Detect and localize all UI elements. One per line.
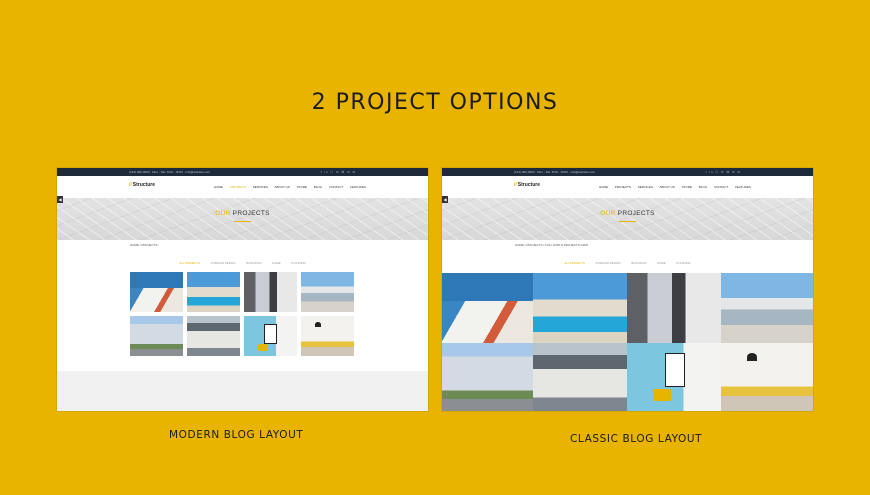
social-icons: f in ☐ ✉ ⌘ ✉ ✉ <box>705 170 741 174</box>
project-tile[interactable] <box>187 272 240 312</box>
title-accent: OUR <box>215 210 231 217</box>
title-underline <box>619 221 636 222</box>
main-menu: HOME PROJECTS SERVICES ABOUT US STORE BL… <box>599 185 757 189</box>
menu-item-projects[interactable]: PROJECTS <box>615 185 631 189</box>
project-tile[interactable] <box>130 316 183 356</box>
frame-image <box>264 324 277 344</box>
project-tile[interactable] <box>721 343 813 411</box>
modern-layout-preview: (123) 000-0000 · Mon - Sat: 8:00 - 18:00… <box>57 168 428 411</box>
page-hero: OUR PROJECTS <box>442 198 813 240</box>
filter-interior-design[interactable]: INTERIOR DESIGN <box>596 261 621 265</box>
frame-image <box>665 353 685 387</box>
lamp-image <box>747 353 757 361</box>
project-tile[interactable] <box>442 343 533 411</box>
breadcrumb: HOME / PROJECTS / FULL WIDTH PROJECTS GR… <box>515 243 589 247</box>
page-title: OUR PROJECTS <box>442 210 813 217</box>
site-logo[interactable]: //Structure <box>514 182 540 188</box>
project-tile[interactable] <box>442 273 533 343</box>
caption-modern: MODERN BLOG LAYOUT <box>169 429 304 441</box>
classic-layout-preview: (123) 000-0000 · Mon - Sat: 8:00 - 18:00… <box>442 168 813 411</box>
caption-classic: CLASSIC BLOG LAYOUT <box>570 433 703 445</box>
menu-item-about-us[interactable]: ABOUT US <box>275 185 290 189</box>
project-filters: ALL PROJECTS INTERIOR DESIGN BUILDINGS H… <box>57 261 428 265</box>
menu-item-home[interactable]: HOME <box>214 185 223 189</box>
title-rest: PROJECTS <box>615 210 655 217</box>
page-hero: OUR PROJECTS <box>57 198 428 240</box>
logo-mark-icon: // <box>514 182 517 188</box>
filter-buildings[interactable]: BUILDINGS <box>246 261 261 265</box>
side-toggle-button[interactable]: ◀ <box>57 196 63 203</box>
title-accent: OUR <box>600 210 616 217</box>
side-toggle-button[interactable]: ◀ <box>442 196 448 203</box>
menu-item-store[interactable]: STORE <box>682 185 692 189</box>
menu-item-home[interactable]: HOME <box>599 185 608 189</box>
menu-item-features[interactable]: FEATURES <box>350 185 366 189</box>
headline: 2 PROJECT OPTIONS <box>311 90 559 115</box>
menu-item-services[interactable]: SERVICES <box>253 185 268 189</box>
chair-image <box>653 389 671 401</box>
menu-item-store[interactable]: STORE <box>297 185 307 189</box>
menu-item-about-us[interactable]: ABOUT US <box>660 185 675 189</box>
menu-item-services[interactable]: SERVICES <box>638 185 653 189</box>
contact-info: (123) 000-0000 · Mon - Sat: 8:00 - 18:00… <box>514 170 596 174</box>
filter-home[interactable]: HOME <box>657 261 665 265</box>
top-bar: (123) 000-0000 · Mon - Sat: 8:00 - 18:00… <box>57 168 428 176</box>
title-rest: PROJECTS <box>230 210 270 217</box>
project-tile[interactable] <box>244 272 297 312</box>
main-menu: HOME PROJECTS SERVICES ABOUT US STORE BL… <box>214 185 372 189</box>
project-grid <box>442 273 813 411</box>
project-tile[interactable] <box>721 273 813 343</box>
chair-image <box>258 344 268 351</box>
project-tile[interactable] <box>244 316 297 356</box>
logo-text: Structure <box>517 182 541 188</box>
project-tile[interactable] <box>627 343 721 411</box>
project-tile[interactable] <box>130 272 183 312</box>
social-icons: f in ☐ ✉ ⌘ ✉ ✉ <box>320 170 356 174</box>
menu-item-contact[interactable]: CONTACT <box>714 185 728 189</box>
project-filters: ALL PROJECTS INTERIOR DESIGN BUILDINGS H… <box>442 261 813 265</box>
title-underline <box>234 221 251 222</box>
logo-text: Structure <box>132 182 156 188</box>
filter-planning[interactable]: PLANNING <box>676 261 690 265</box>
top-bar: (123) 000-0000 · Mon - Sat: 8:00 - 18:00… <box>442 168 813 176</box>
filter-home[interactable]: HOME <box>272 261 280 265</box>
filter-all-projects[interactable]: ALL PROJECTS <box>179 261 200 265</box>
menu-item-blog[interactable]: BLOG <box>314 185 322 189</box>
project-tile[interactable] <box>301 316 354 356</box>
page-title: OUR PROJECTS <box>57 210 428 217</box>
project-grid <box>130 272 354 356</box>
filter-interior-design[interactable]: INTERIOR DESIGN <box>211 261 236 265</box>
project-tile[interactable] <box>187 316 240 356</box>
project-tile[interactable] <box>533 343 627 411</box>
filter-buildings[interactable]: BUILDINGS <box>631 261 646 265</box>
menu-item-projects[interactable]: PROJECTS <box>230 185 246 189</box>
project-tile[interactable] <box>533 273 627 343</box>
contact-info: (123) 000-0000 · Mon - Sat: 8:00 - 18:00… <box>129 170 211 174</box>
logo-mark-icon: // <box>129 182 132 188</box>
project-tile[interactable] <box>301 272 354 312</box>
breadcrumb: HOME / PROJECTS <box>130 243 158 247</box>
project-tile[interactable] <box>627 273 721 343</box>
filter-all-projects[interactable]: ALL PROJECTS <box>564 261 585 265</box>
menu-item-features[interactable]: FEATURES <box>735 185 751 189</box>
menu-item-blog[interactable]: BLOG <box>699 185 707 189</box>
site-logo[interactable]: //Structure <box>129 182 155 188</box>
lamp-image <box>315 322 321 327</box>
nav-bar: //Structure HOME PROJECTS SERVICES ABOUT… <box>442 176 813 198</box>
menu-item-contact[interactable]: CONTACT <box>329 185 343 189</box>
page-footer-area <box>57 371 428 411</box>
nav-bar: //Structure HOME PROJECTS SERVICES ABOUT… <box>57 176 428 198</box>
filter-planning[interactable]: PLANNING <box>291 261 305 265</box>
